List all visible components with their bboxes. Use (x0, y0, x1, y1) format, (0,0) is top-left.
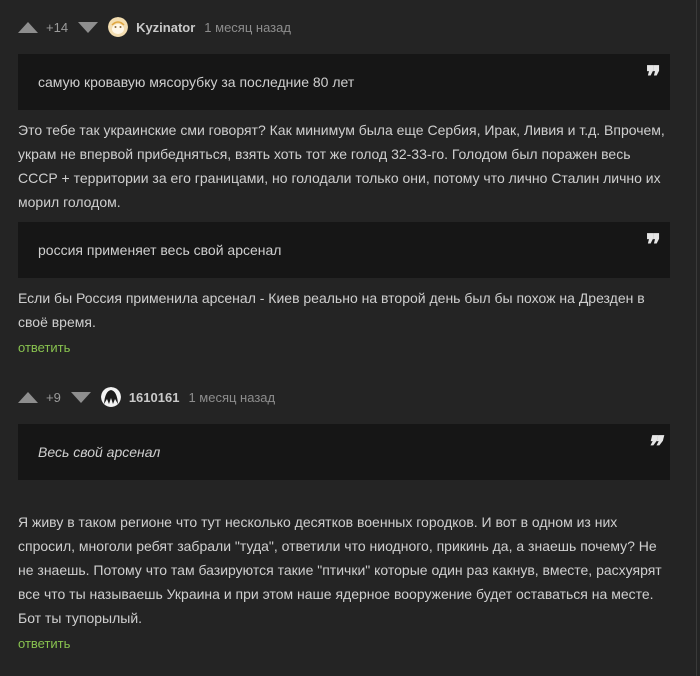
quote-text: самую кровавую мясорубку за последние 80… (38, 74, 355, 90)
timestamp[interactable]: 1 месяц назад (188, 390, 275, 405)
downvote-icon[interactable] (70, 391, 91, 403)
reply-button[interactable]: ответить (18, 340, 70, 355)
quote-text: Весь свой арсенал (38, 444, 161, 460)
comment-text: Это тебе так украинские сми говорят? Как… (18, 122, 665, 210)
reply-button[interactable]: ответить (18, 636, 70, 651)
avatar[interactable] (108, 17, 129, 37)
comment-rating: +9 (46, 389, 61, 405)
username[interactable]: 1610161 (129, 390, 180, 405)
comment: +14 Kyzinator 1 месяц назад самую кровав… (18, 16, 670, 361)
comment-text: Если бы Россия применила арсенал - Киев … (18, 290, 645, 330)
timestamp[interactable]: 1 месяц назад (204, 20, 291, 35)
comment: +9 1610161 1 месяц назад Весь свой арсен… (18, 386, 670, 666)
quote-block: россия применяет весь свой арсенал ❞ (18, 222, 670, 278)
upvote-icon[interactable] (18, 21, 38, 33)
user-avatar-icon (100, 387, 121, 407)
quote-icon: ❞ (645, 60, 661, 93)
quote-text: россия применяет весь свой арсенал (38, 242, 282, 258)
quote-icon: ❞ (645, 228, 661, 261)
username[interactable]: Kyzinator (136, 20, 195, 35)
quote-block: самую кровавую мясорубку за последние 80… (18, 54, 670, 110)
comment-text: Я живу в таком регионе что тут несколько… (18, 514, 662, 626)
quote-icon: ❞ (645, 430, 661, 463)
quote-block: Весь свой арсенал ❞ (18, 424, 670, 480)
avatar[interactable] (100, 387, 121, 407)
upvote-icon[interactable] (18, 391, 38, 403)
thread-line (696, 0, 697, 676)
comment-header: +9 1610161 1 месяц назад (18, 386, 670, 408)
downvote-icon[interactable] (78, 21, 99, 33)
user-avatar-icon (108, 17, 129, 37)
comment-header: +14 Kyzinator 1 месяц назад (18, 16, 670, 38)
comment-rating: +14 (46, 19, 69, 35)
